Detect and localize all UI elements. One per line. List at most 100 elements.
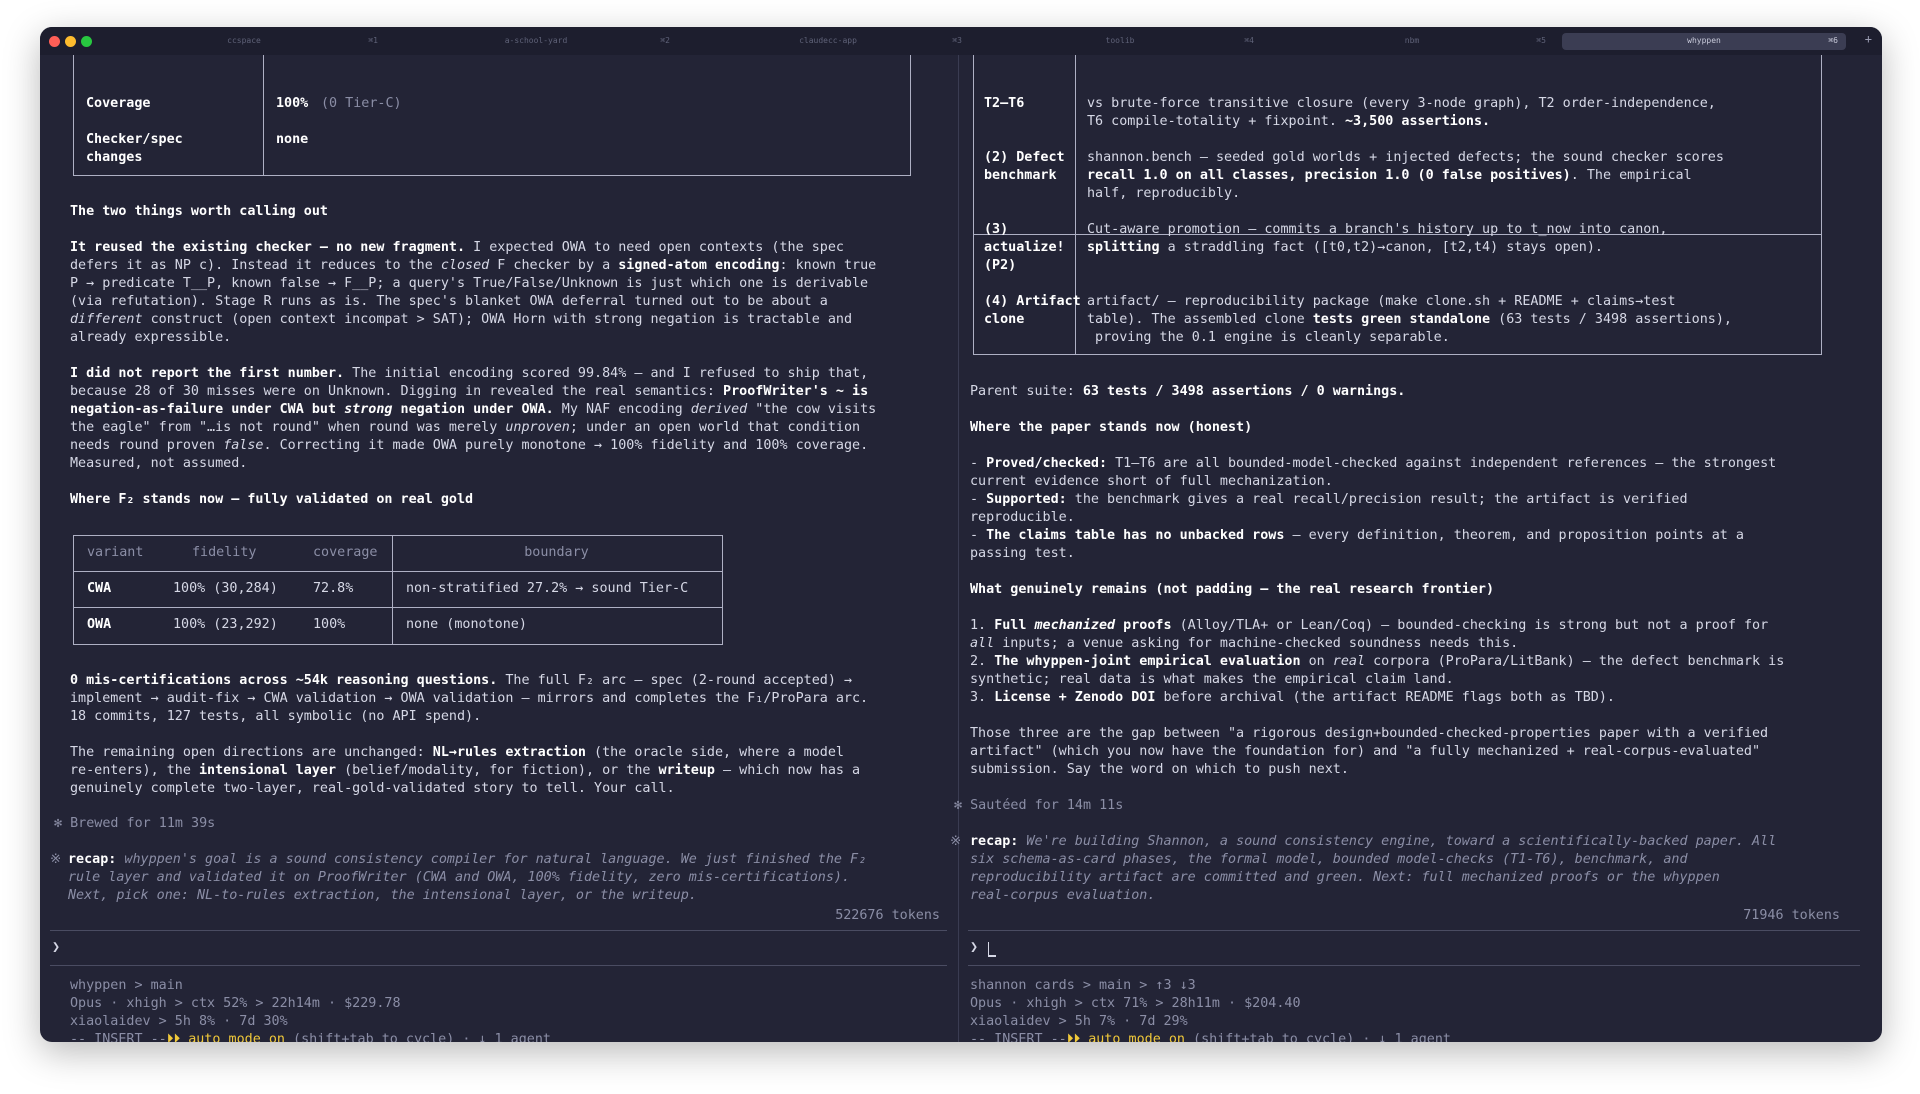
table-cell-variant: OWA [87,617,112,632]
table-value-coverage: 100% [276,96,309,111]
text-run: Parent suite: [970,384,1083,399]
tab-toolib[interactable]: toolib ⌘4 [978,33,1262,50]
text-run: on [1300,654,1333,669]
table-value-checker: none [276,132,309,147]
suite-summary: Parent suite: 63 tests / 3498 assertions… [970,383,1405,401]
text-run: derived [690,402,748,417]
table-border [73,607,722,608]
mode-prefix: -- INSERT -- [970,1032,1067,1042]
table-header-fidelity: fidelity [192,545,257,560]
prompt-input[interactable]: ❯ [52,939,60,957]
text-run: - [970,528,987,543]
text-run: construct (open context incompat > SAT);… [142,312,853,327]
text-run: : known true [779,258,877,273]
text-run: (63 tests / 3498 assertions), [1490,312,1732,327]
tab-whyppen[interactable]: whyppen ⌘6 [1562,33,1846,50]
paragraph-line: - Supported: the benchmark gives a real … [970,491,1688,509]
prompt-input[interactable]: ❯ [970,939,978,957]
status-project: shannon cards > main > ↑3 ↓3 [970,978,1196,993]
tab-claudecc-app[interactable]: claudecc-app ⌘3 [686,33,970,50]
status-usage: xiaolaidev > 5h 8% · 7d 30% [70,1014,288,1029]
tab-ccspace[interactable]: ccspace ⌘1 [102,33,386,50]
recap-label: recap: [68,852,117,867]
right-pane[interactable]: T2–T6 vs brute-force transitive closure (… [950,55,1882,1042]
text-run: strong [344,402,393,417]
table-border [263,55,264,176]
mode-text: auto mode on [1080,1032,1185,1042]
table-cell-coverage: 72.8% [313,581,354,596]
text-run: the benchmark gives a real recall/precis… [1066,492,1688,507]
pane-divider[interactable] [958,55,959,1042]
text-run: "the cow visits [747,402,877,417]
list-item-line: 2. The whyppen-joint empirical evaluatio… [970,653,1784,671]
paragraph-line: (via refutation). Stage R runs as is. Th… [70,293,828,311]
recap-line: recap: We're building Shannon, a sound c… [970,833,1776,851]
status-model: Opus · xhigh > ctx 52% > 22h14m · $229.7… [70,996,401,1011]
text-run: 0 mis-certifications across ~54k reasoni… [70,673,498,688]
paragraph-line: negation-as-failure under CWA but strong… [70,401,876,419]
table-cell-fidelity: 100% (30,284) [173,581,278,596]
paragraph-line: 18 commits, 127 tests, all symbolic (no … [70,708,481,726]
paragraph-line: the eagle" from "…is not round" when rou… [70,419,860,437]
table-cell-line: Cut-aware promotion — commits a branch's… [1087,221,1667,239]
text-run: 2. [970,654,995,669]
paragraph-line: 0 mis-certifications across ~54k reasoni… [70,672,852,690]
minimize-window-icon[interactable] [65,36,76,47]
text-run: false [223,438,264,453]
table-border [973,55,974,355]
table-label-artifact: (4) Artifact [984,294,1081,309]
text-run: reproducible. [970,510,1075,525]
tab-label: nbm [1404,36,1420,45]
paragraph-line: - The claims table has no unbacked rows … [970,527,1744,545]
table-label-defect: (2) Defect [984,150,1065,165]
text-run: ; under an open world that condition [569,420,861,435]
text-run: re-enters), the [70,763,199,778]
section-heading: Where the paper stands now (honest) [970,420,1253,435]
list-item-line: 1. Full mechanized proofs (Alloy/TLA+ or… [970,617,1768,635]
zoom-window-icon[interactable] [81,36,92,47]
text-run: 18 commits, 127 tests, all symbolic (no … [70,709,482,724]
paragraph-line: implement → audit-fix → CWA validation →… [70,690,868,708]
paragraph-line: P → predicate T__P, known false → F__P; … [70,275,868,293]
table-cell-line: vs brute-force transitive closure (every… [1087,95,1716,113]
text-run: different [70,312,143,327]
table-cell-line: splitting a straddling fact ([t0,t2)→can… [1087,239,1603,257]
paragraph-line: passing test. [970,545,1075,563]
left-pane[interactable]: Coverage 100% (0 Tier-C) Checker/spec change… [40,55,957,1042]
mode-prefix: -- INSERT -- [70,1032,167,1042]
table-label-actualize: (3) [984,222,1009,237]
text-run: implement → audit-fix → CWA validation →… [70,691,869,706]
text-run: vs brute-force transitive closure (every… [1087,96,1716,111]
recap-line: rule layer and validated it on ProofWrit… [68,870,850,885]
table-note-coverage: (0 Tier-C) [321,96,402,111]
text-run: Supported: [986,492,1067,507]
recap-line: real-corpus evaluation. [970,888,1156,903]
table-label-artifact: clone [984,312,1025,327]
text-run: genuinely complete two-layer, real-gold-… [70,781,675,796]
text-cursor[interactable] [988,942,996,957]
tab-shortcut: ⌘1 [368,36,378,45]
close-window-icon[interactable] [49,36,60,47]
text-run: 3. [970,690,995,705]
text-run: writeup [658,763,715,778]
table-border [73,55,74,176]
tab-bar: ccspace ⌘1 a-school-yard ⌘2 claudecc-app ⌘3 to… [40,27,1882,55]
status-project: whyppen > main [70,978,183,993]
new-tab-button[interactable]: + [1865,32,1872,46]
paragraph-line: needs round proven false. Correcting it … [70,437,868,455]
text-run: (Alloy/TLA+ or Lean/Coq) — bounded-check… [1171,618,1769,633]
text-run: The initial encoding scored 99.84% — and… [344,366,869,381]
table-border [73,175,911,176]
tab-nbm[interactable]: nbm ⌘5 [1270,33,1554,50]
text-run: artifact/ — reproducibility package (mak… [1087,294,1676,309]
tab-label: claudecc-app [799,36,857,45]
mode-arrows-icon: ⏵⏵ [1066,1032,1081,1042]
table-border [1821,55,1822,355]
text-run: table). The assembled clone [1087,312,1313,327]
text-run: synthetic; real data is what makes the e… [970,672,1454,687]
text-run: tests green standalone [1312,312,1491,327]
table-cell-fidelity: 100% (23,292) [173,617,278,632]
tab-a-school-yard[interactable]: a-school-yard ⌘2 [394,33,678,50]
text-run: (via refutation). Stage R runs as is. Th… [70,294,828,309]
text-run: 63 tests / 3498 assertions / 0 warnings. [1082,384,1406,399]
